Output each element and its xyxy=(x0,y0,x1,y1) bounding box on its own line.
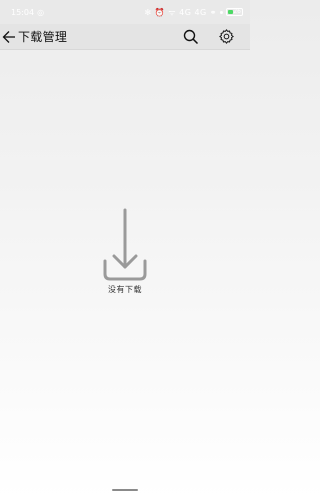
battery-level: 26 xyxy=(233,8,241,15)
notification-icon: ◎ xyxy=(37,7,45,17)
back-arrow-icon xyxy=(2,30,15,43)
status-dot xyxy=(220,10,223,14)
battery-icon: 26 xyxy=(226,8,243,16)
toolbar: 下载管理 xyxy=(0,24,250,50)
back-button[interactable] xyxy=(1,26,17,48)
search-icon xyxy=(183,29,199,44)
status-left: 15:04 ◎ xyxy=(11,8,45,17)
page-title: 下载管理 xyxy=(18,30,68,44)
status-bar: 15:04 ◎ ✻ ⏰ ᯤ 4G 4G ⚭ 26 xyxy=(0,0,250,24)
status-time: 15:04 xyxy=(11,7,35,17)
empty-state: 没有下载 xyxy=(0,205,250,295)
empty-download-icon xyxy=(103,205,147,281)
download-icon xyxy=(103,208,147,281)
status-right: ✻ ⏰ ᯤ 4G 4G ⚭ 26 xyxy=(145,7,243,18)
search-button[interactable] xyxy=(182,28,200,46)
empty-message: 没有下载 xyxy=(108,285,142,294)
toolbar-actions xyxy=(182,28,235,46)
gear-icon xyxy=(218,29,234,44)
signal-icons: ✻ ⏰ ᯤ 4G 4G ⚭ xyxy=(144,7,217,17)
home-indicator[interactable] xyxy=(112,489,138,491)
battery-fill xyxy=(228,10,233,14)
settings-button[interactable] xyxy=(217,28,235,46)
